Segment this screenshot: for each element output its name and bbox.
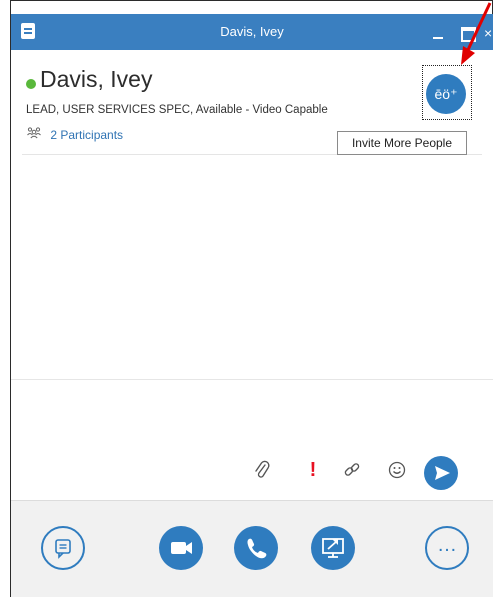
video-button[interactable]: [159, 526, 203, 570]
chat-bubble-icon: [55, 539, 71, 559]
presence-available-icon: [26, 79, 36, 89]
participants-link[interactable]: 2 Participants: [26, 127, 123, 142]
contact-name[interactable]: Davis, Ivey: [40, 66, 152, 93]
red-arrow-annotation: [461, 2, 492, 65]
send-icon: [435, 466, 450, 480]
more-options-button[interactable]: …: [425, 526, 469, 570]
phone-icon: [247, 538, 267, 559]
minimize-icon[interactable]: [428, 23, 448, 43]
present-screen-icon: [322, 538, 344, 558]
video-camera-icon: [171, 542, 192, 554]
call-button[interactable]: [234, 526, 278, 570]
contact-title-status: LEAD, USER SERVICES SPEC, Available - Vi…: [26, 104, 328, 116]
send-button[interactable]: [424, 456, 458, 490]
add-people-icon: ēö⁺: [434, 86, 458, 102]
invite-tooltip: Invite More People: [337, 131, 467, 155]
window-title: Davis, Ivey: [220, 24, 284, 39]
im-button[interactable]: [41, 526, 85, 570]
more-icon: …: [437, 534, 457, 556]
participants-label: 2 Participants: [50, 128, 124, 142]
present-screen-button[interactable]: [311, 526, 355, 570]
emoticon-icon[interactable]: [385, 458, 409, 482]
attach-file-icon[interactable]: [250, 458, 274, 482]
title-bar: Davis, Ivey ×: [11, 14, 493, 50]
link-icon[interactable]: [340, 458, 364, 482]
participants-icon: [26, 127, 44, 142]
invite-more-people-button[interactable]: ēö⁺: [426, 74, 466, 114]
importance-icon[interactable]: !: [301, 458, 325, 482]
